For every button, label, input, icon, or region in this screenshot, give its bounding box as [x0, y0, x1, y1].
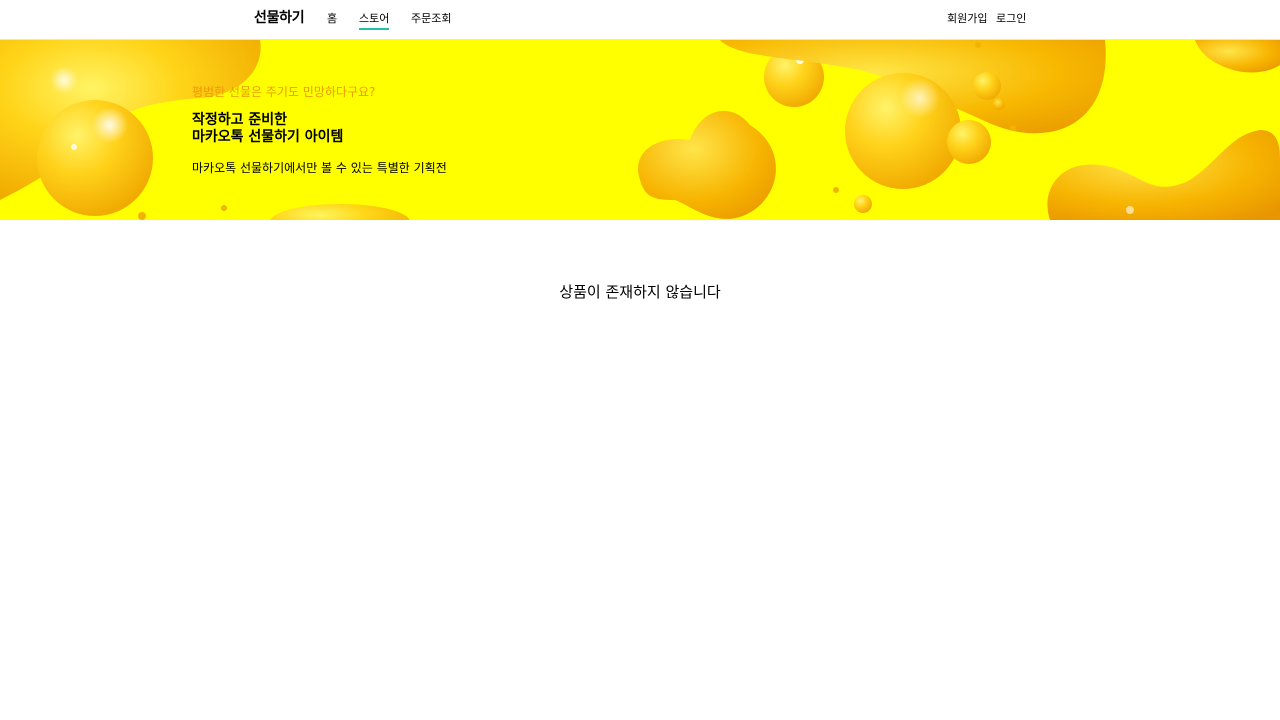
- signup-link[interactable]: 회원가입: [947, 10, 987, 26]
- nav-order-lookup[interactable]: 주문조회: [411, 10, 451, 26]
- nav-home[interactable]: 홈: [327, 10, 337, 26]
- promo-banner: 평범한 선물은 주기도 민망하다구요? 작정하고 준비한 마카오톡 선물하기 아…: [0, 40, 1280, 220]
- banner-title: 작정하고 준비한 마카오톡 선물하기 아이템: [192, 112, 343, 146]
- banner-title-line-1: 작정하고 준비한: [192, 112, 288, 128]
- banner-description: 마카오톡 선물하기에서만 볼 수 있는 특별한 기획전: [192, 161, 447, 175]
- empty-products-message: 상품이 존재하지 않습니다: [559, 283, 721, 301]
- nav-store[interactable]: 스토어: [359, 10, 390, 30]
- banner-title-line-2: 마카오톡 선물하기 아이템: [192, 129, 344, 145]
- logo[interactable]: 선물하기: [254, 7, 305, 27]
- top-navigation-bar: 선물하기 홈 스토어 주문조회 회원가입 로그인: [0, 0, 1280, 40]
- login-link[interactable]: 로그인: [996, 10, 1026, 26]
- banner-eyebrow-text: 평범한 선물은 주기도 민망하다구요?: [192, 85, 376, 99]
